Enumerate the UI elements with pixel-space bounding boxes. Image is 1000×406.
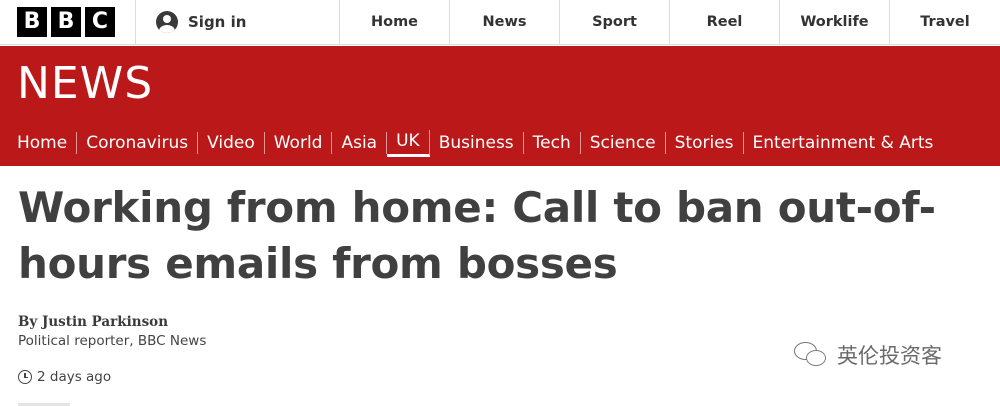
section-nav-item-world[interactable]: World — [265, 132, 333, 154]
section-nav-item-home[interactable]: Home — [8, 132, 78, 154]
bbc-logo-letter: C — [85, 7, 115, 37]
author-role: Political reporter, BBC News — [18, 333, 207, 349]
wechat-icon — [793, 340, 831, 370]
bbc-logo-letter: B — [51, 7, 81, 37]
section-nav-item-uk[interactable]: UK — [387, 129, 430, 157]
watermark: 英伦投资客 — [793, 340, 942, 370]
user-icon — [156, 11, 178, 33]
top-nav-item-sport[interactable]: Sport — [560, 0, 670, 44]
top-nav: Home News Sport Reel Worklife Travel — [340, 0, 1000, 44]
section-nav-item-stories[interactable]: Stories — [666, 132, 744, 154]
bbc-logo-letter: B — [17, 7, 47, 37]
timestamp-text: 2 days ago — [37, 369, 112, 385]
news-banner: NEWS — [0, 46, 1000, 120]
author-byline: By Justin Parkinson — [18, 314, 169, 330]
bbc-logo[interactable]: B B C — [0, 0, 135, 44]
section-nav-item-business[interactable]: Business — [430, 132, 524, 154]
section-nav-item-video[interactable]: Video — [198, 132, 265, 154]
article-timestamp: 2 days ago — [18, 369, 111, 385]
section-nav-item-science[interactable]: Science — [581, 132, 666, 154]
section-nav-item-entertainment-arts[interactable]: Entertainment & Arts — [744, 132, 943, 154]
signin-button[interactable]: Sign in — [135, 0, 340, 44]
top-nav-item-home[interactable]: Home — [340, 0, 450, 44]
section-nav-item-coronavirus[interactable]: Coronavirus — [77, 132, 199, 154]
section-nav: Home Coronavirus Video World Asia UK Bus… — [0, 120, 1000, 166]
watermark-text: 英伦投资客 — [837, 344, 942, 368]
section-nav-item-tech[interactable]: Tech — [524, 132, 581, 154]
clock-icon — [18, 370, 32, 384]
article-headline: Working from home: Call to ban out-of-ho… — [18, 183, 936, 288]
top-nav-item-reel[interactable]: Reel — [670, 0, 780, 44]
top-nav-item-news[interactable]: News — [450, 0, 560, 44]
section-nav-item-asia[interactable]: Asia — [332, 132, 388, 154]
signin-label: Sign in — [188, 13, 247, 31]
news-wordmark[interactable]: NEWS — [17, 58, 153, 109]
top-nav-item-worklife[interactable]: Worklife — [780, 0, 890, 44]
top-bar: B B C Sign in Home News Sport Reel Workl… — [0, 0, 1000, 45]
top-nav-item-travel[interactable]: Travel — [890, 0, 1000, 44]
